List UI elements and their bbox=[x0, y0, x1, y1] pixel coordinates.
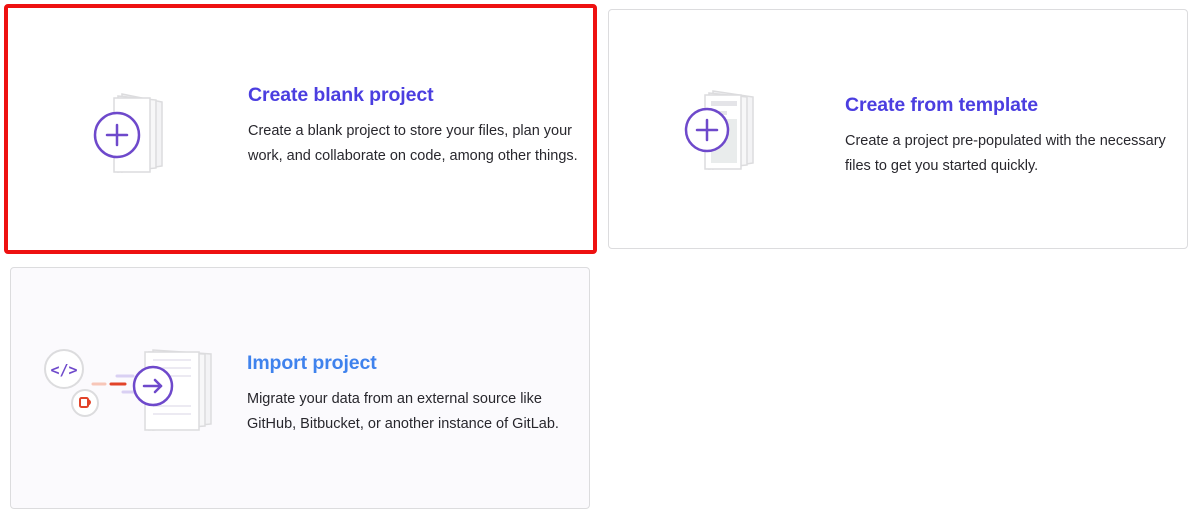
card-title: Import project bbox=[247, 352, 377, 374]
card-description: Migrate your data from an external sourc… bbox=[247, 391, 559, 432]
import-project-arrow-icon: </> bbox=[37, 340, 237, 434]
card-description: Create a project pre-populated with the … bbox=[845, 133, 1166, 174]
svg-text:</>: </> bbox=[50, 361, 77, 379]
card-description: Create a blank project to store your fil… bbox=[248, 123, 578, 164]
create-blank-project-card[interactable]: Create blank project Create a blank proj… bbox=[4, 4, 597, 254]
new-project-plus-icon bbox=[78, 88, 198, 178]
import-project-card[interactable]: </> Import project Migrate your data fro… bbox=[10, 267, 590, 509]
create-from-template-card[interactable]: Create from template Create a project pr… bbox=[608, 9, 1188, 249]
card-title: Create blank project bbox=[248, 84, 434, 106]
template-project-plus-icon bbox=[669, 85, 789, 175]
card-title: Create from template bbox=[845, 94, 1039, 116]
